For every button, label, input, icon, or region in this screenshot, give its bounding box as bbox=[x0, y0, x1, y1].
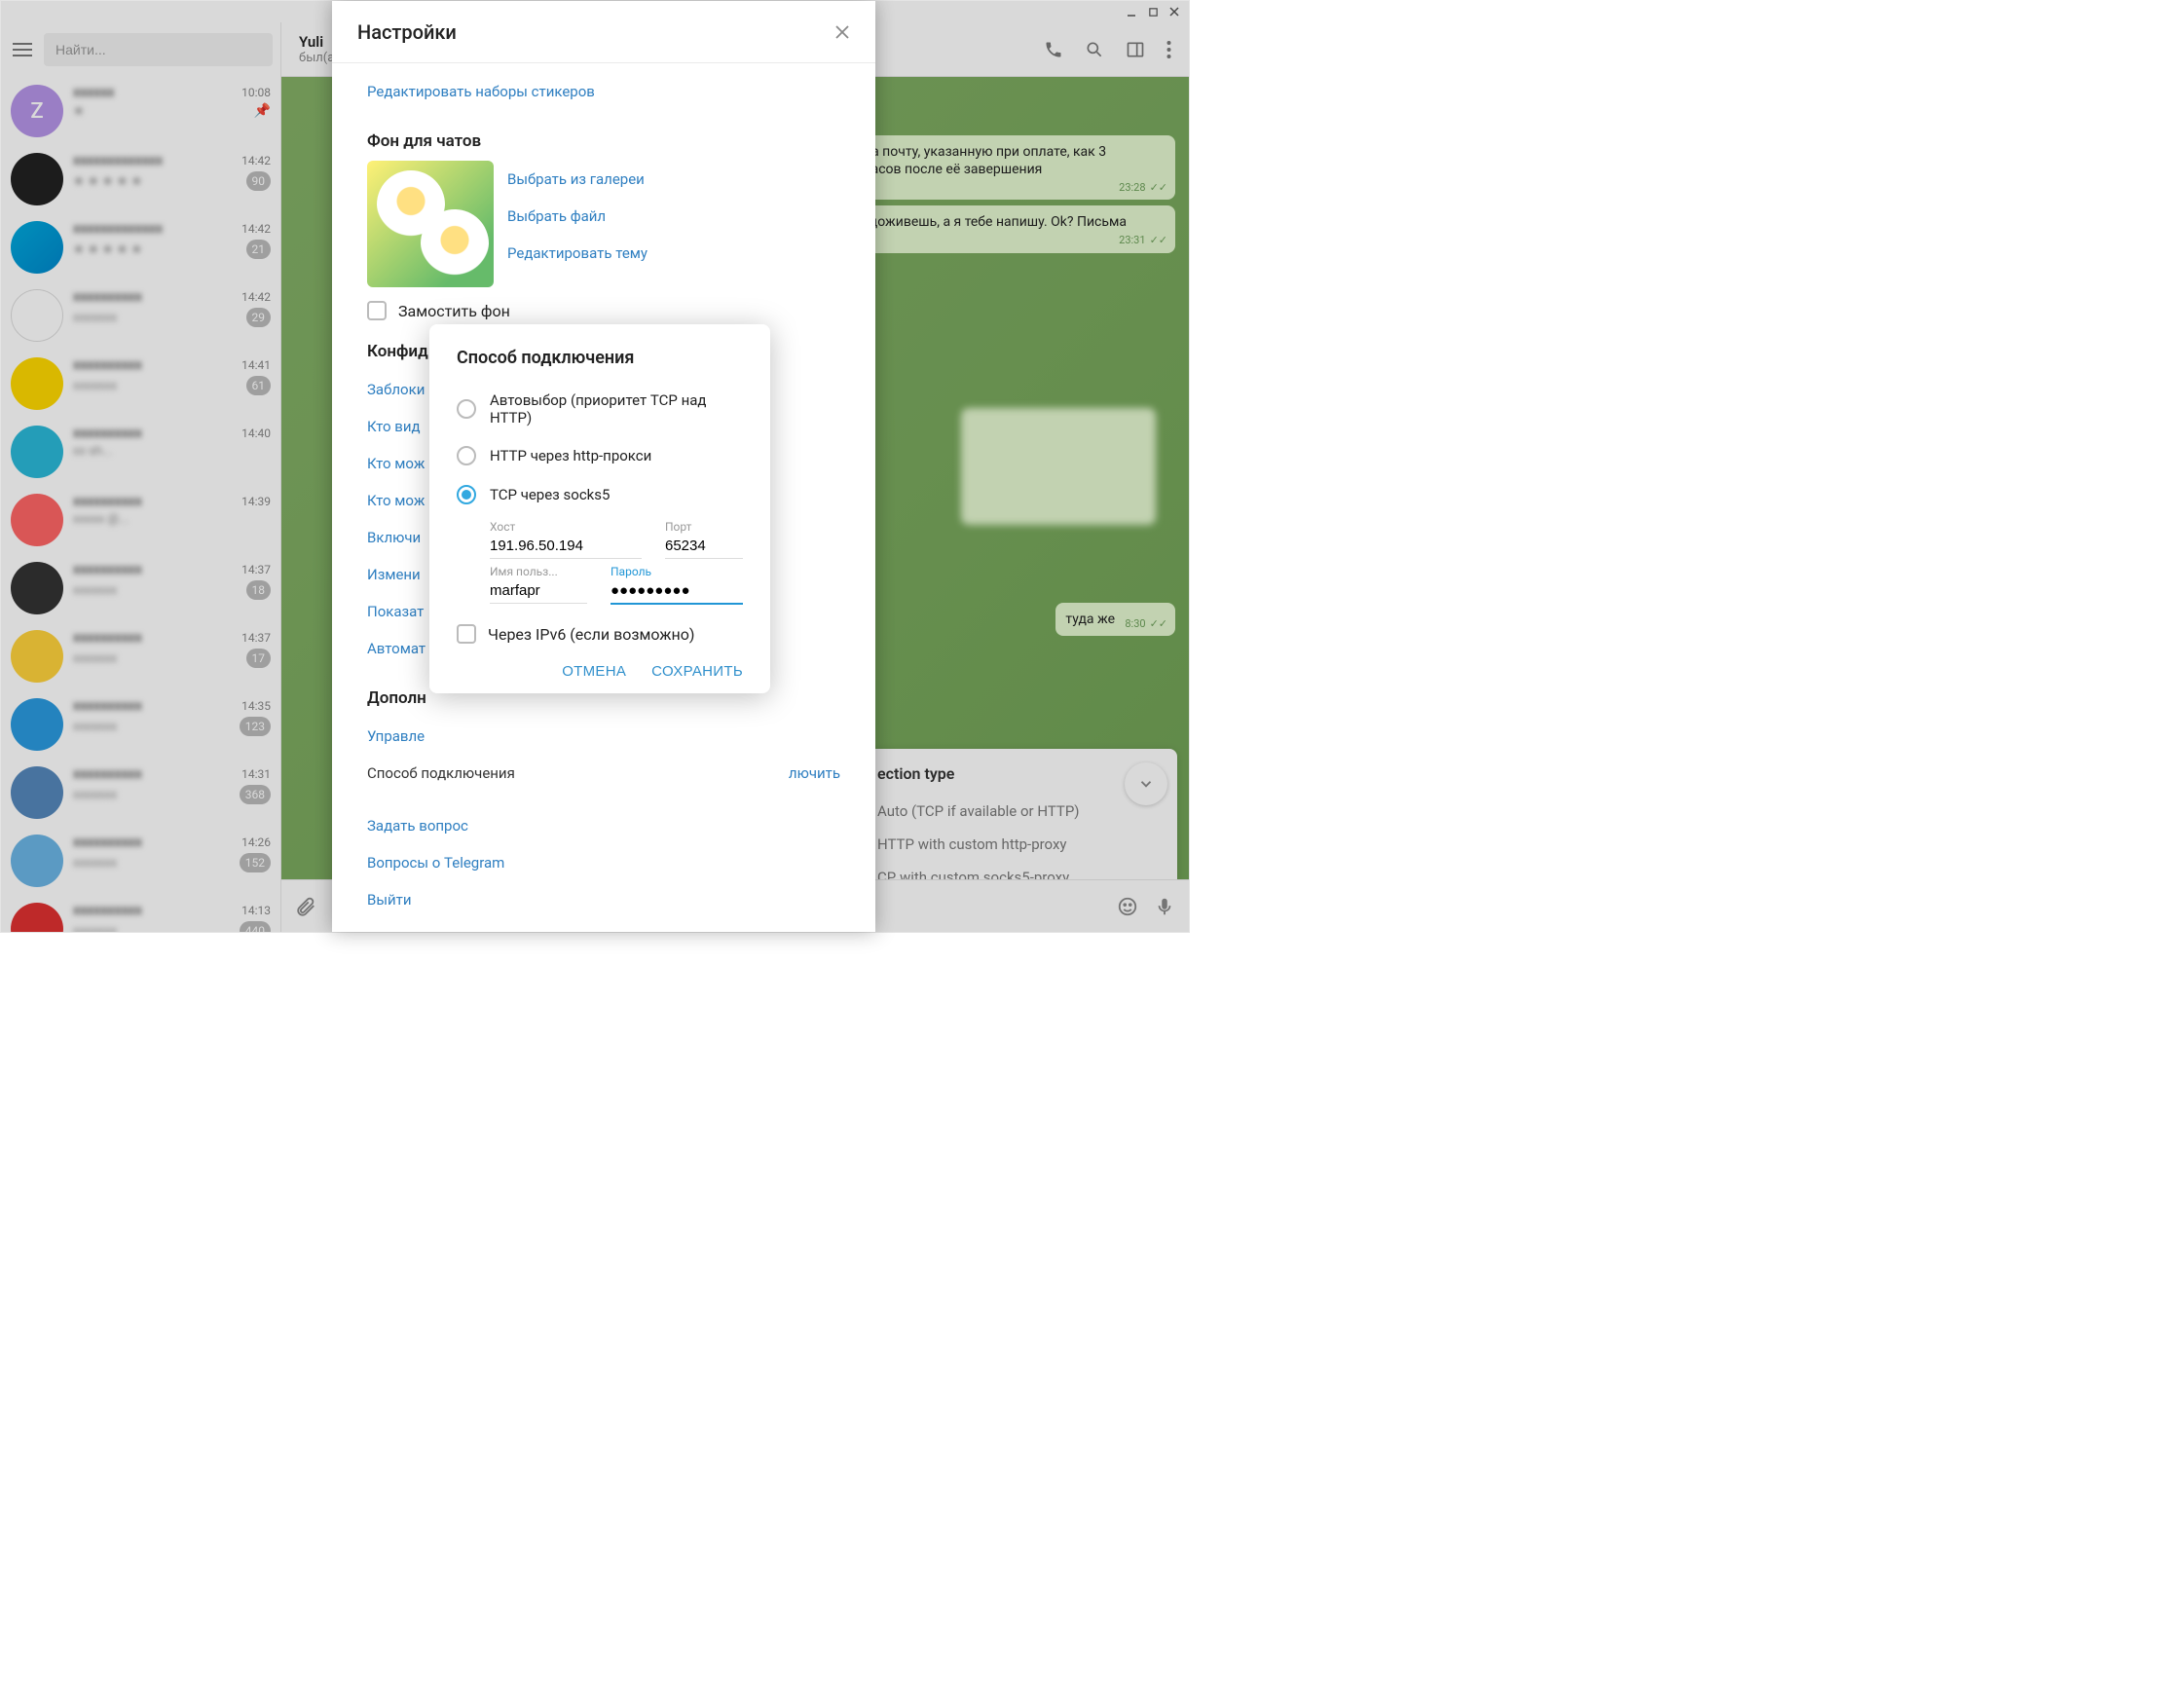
radio-socks5[interactable]: TCP через socks5 bbox=[457, 475, 743, 514]
checkbox-label: Замостить фон bbox=[398, 302, 510, 320]
choose-gallery-link[interactable]: Выбрать из галереи bbox=[507, 161, 648, 198]
checkbox-label: Через IPv6 (если возможно) bbox=[488, 625, 694, 644]
settings-title: Настройки bbox=[357, 20, 457, 44]
connection-type-modal: Способ подключения Автовыбор (приоритет … bbox=[429, 324, 770, 693]
wallpaper-thumbnail[interactable] bbox=[367, 161, 494, 287]
radio-icon bbox=[457, 399, 476, 419]
section-background: Фон для чатов bbox=[367, 131, 840, 151]
edit-stickers-link[interactable]: Редактировать наборы стикеров bbox=[367, 73, 840, 110]
radio-label: TCP через socks5 bbox=[490, 486, 610, 503]
radio-label: HTTP через http-прокси bbox=[490, 447, 651, 464]
port-input[interactable] bbox=[665, 534, 743, 559]
host-label: Хост bbox=[490, 520, 642, 534]
choose-file-link[interactable]: Выбрать файл bbox=[507, 198, 648, 235]
radio-auto[interactable]: Автовыбор (приоритет TCP над HTTP) bbox=[457, 382, 743, 436]
save-button[interactable]: СОХРАНИТЬ bbox=[651, 663, 743, 680]
connection-method-label: Способ подключения bbox=[367, 764, 515, 782]
radio-icon bbox=[457, 485, 476, 504]
radio-label: Автовыбор (приоритет TCP над HTTP) bbox=[490, 391, 743, 427]
radio-http[interactable]: HTTP через http-прокси bbox=[457, 436, 743, 475]
tile-background-checkbox[interactable]: Замостить фон bbox=[367, 301, 840, 320]
cancel-button[interactable]: ОТМЕНА bbox=[562, 663, 626, 680]
logout-link[interactable]: Выйти bbox=[367, 881, 840, 918]
close-icon[interactable] bbox=[834, 24, 850, 40]
edit-theme-link[interactable]: Редактировать тему bbox=[507, 235, 648, 272]
username-label: Имя польз... bbox=[490, 565, 587, 578]
checkbox-icon bbox=[367, 301, 387, 320]
password-label: Пароль bbox=[611, 565, 743, 578]
checkbox-icon bbox=[457, 624, 476, 644]
radio-icon bbox=[457, 446, 476, 465]
manage-link[interactable]: Управле bbox=[367, 718, 840, 755]
ipv6-checkbox[interactable]: Через IPv6 (если возможно) bbox=[457, 624, 743, 644]
faq-link[interactable]: Вопросы о Telegram bbox=[367, 844, 840, 881]
ask-question-link[interactable]: Задать вопрос bbox=[367, 807, 840, 844]
username-input[interactable] bbox=[490, 578, 587, 604]
port-label: Порт bbox=[665, 520, 743, 534]
password-input[interactable] bbox=[611, 578, 743, 605]
connection-method-action[interactable]: лючить bbox=[789, 764, 840, 782]
modal-title: Способ подключения bbox=[457, 348, 743, 368]
host-input[interactable] bbox=[490, 534, 642, 559]
